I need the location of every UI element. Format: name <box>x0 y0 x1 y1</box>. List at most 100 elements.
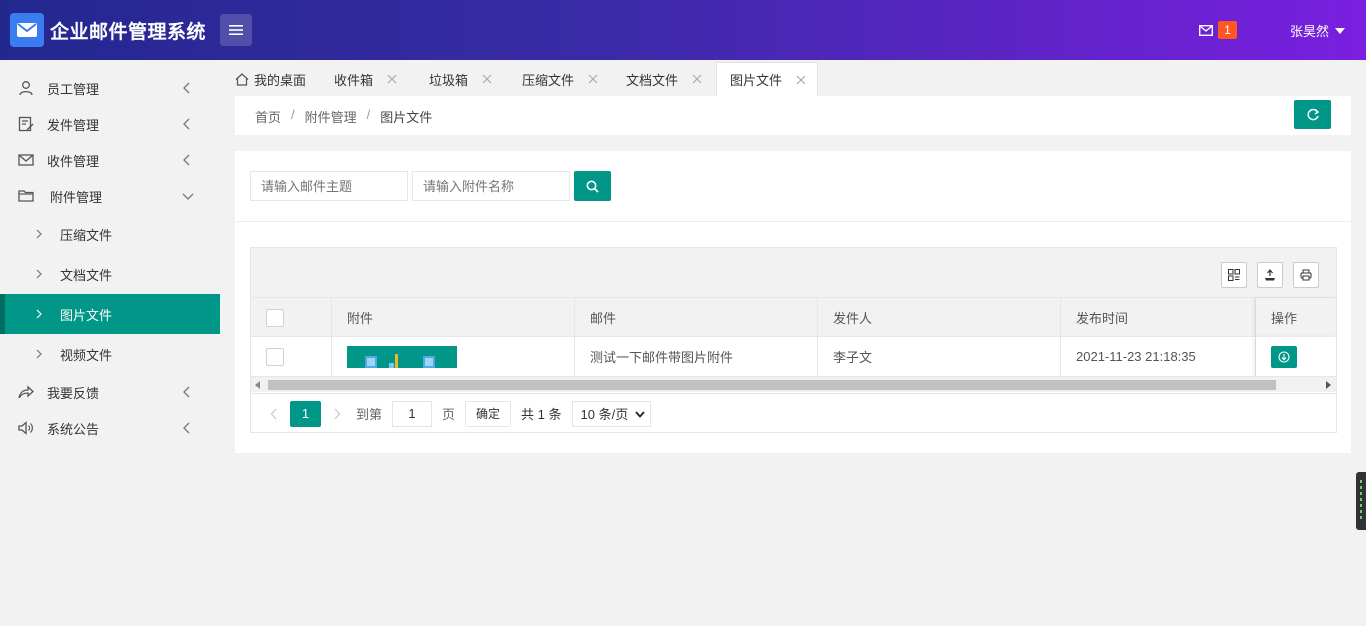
breadcrumb-section[interactable]: 附件管理 <box>305 107 357 126</box>
sidebar-subitem-zip[interactable]: 压缩文件 <box>0 214 220 254</box>
tab-zip[interactable]: 压缩文件 <box>522 62 598 96</box>
attachments-table: 附件 邮件 发件人 发布时间 操作 测试一下邮件带图片附件 李子文 2021-1… <box>250 247 1337 433</box>
breadcrumb-separator: / <box>291 107 295 122</box>
sidebar-item-label: 我要反馈 <box>47 385 100 401</box>
sidebar-item-attachments[interactable]: 附件管理 <box>0 178 220 214</box>
time-cell: 2021-11-23 21:18:35 <box>1061 337 1256 376</box>
divider <box>235 221 1351 222</box>
chevron-down-icon <box>182 193 194 200</box>
chevron-right-icon <box>36 269 42 279</box>
table-row: 测试一下邮件带图片附件 李子文 2021-11-23 21:18:35 <box>251 337 1336 376</box>
sidebar-item-staff[interactable]: 员工管理 <box>0 70 220 106</box>
total-count: 共 1 条 <box>521 407 562 422</box>
print-button[interactable] <box>1293 262 1319 288</box>
sidebar-subitem-videos[interactable]: 视频文件 <box>0 334 220 374</box>
chevron-down-icon <box>635 410 645 418</box>
download-button[interactable] <box>1271 345 1297 368</box>
sidebar-item-inbox[interactable]: 收件管理 <box>0 142 220 178</box>
column-header-time: 发布时间 <box>1061 298 1256 337</box>
attachment-image-thumbnail[interactable] <box>347 345 457 368</box>
export-icon <box>1265 269 1275 281</box>
sidebar-subitem-docs[interactable]: 文档文件 <box>0 254 220 294</box>
sidebar-subitem-label: 压缩文件 <box>60 227 113 243</box>
actions-cell <box>1256 337 1336 376</box>
app-logo[interactable]: 企业邮件管理系统 <box>10 13 206 47</box>
table-toolbar <box>251 248 1336 298</box>
scroll-left-icon[interactable] <box>255 381 261 389</box>
tab-bar: 我的桌面 收件箱 垃圾箱 压缩文件 文档文件 图片文件 <box>220 60 1366 96</box>
close-icon[interactable] <box>482 74 492 84</box>
mail-icon <box>18 154 34 166</box>
caret-down-icon <box>1335 27 1346 34</box>
columns-icon <box>1228 269 1240 281</box>
chevron-right-icon <box>36 229 42 239</box>
mail-subject-input[interactable] <box>250 171 408 201</box>
top-header: 企业邮件管理系统 1 张昊然 <box>0 0 1366 60</box>
app-title: 企业邮件管理系统 <box>50 21 207 43</box>
chevron-left-icon <box>183 118 190 130</box>
tab-desktop[interactable]: 我的桌面 <box>235 62 306 96</box>
chevron-left-icon <box>183 154 190 166</box>
page-size-select[interactable]: 10 条/页 <box>571 400 652 427</box>
tab-docs[interactable]: 文档文件 <box>626 62 702 96</box>
tab-images[interactable]: 图片文件 <box>716 62 818 96</box>
chevron-left-icon <box>183 82 190 94</box>
tab-label: 垃圾箱 <box>429 72 469 88</box>
breadcrumb-home[interactable]: 首页 <box>255 107 281 126</box>
sidebar-item-label: 发件管理 <box>47 117 100 133</box>
mail-count-badge: 1 <box>1218 21 1237 39</box>
column-header-mail: 邮件 <box>575 298 818 337</box>
sender-cell: 李子文 <box>818 337 1061 376</box>
prev-page-button[interactable] <box>263 401 285 427</box>
mail-subject-cell: 测试一下邮件带图片附件 <box>575 337 818 376</box>
home-icon <box>235 72 249 86</box>
sidebar-item-feedback[interactable]: 我要反馈 <box>0 374 220 410</box>
row-checkbox-cell <box>251 337 332 376</box>
user-icon <box>19 81 33 96</box>
sidebar-item-announcements[interactable]: 系统公告 <box>0 410 220 446</box>
main-card: 附件 邮件 发件人 发布时间 操作 <box>235 151 1351 453</box>
chevron-right-icon <box>36 309 42 319</box>
close-icon[interactable] <box>387 74 397 84</box>
select-all-checkbox[interactable] <box>266 308 284 327</box>
print-icon <box>1300 269 1312 281</box>
refresh-button[interactable] <box>1294 100 1331 129</box>
breadcrumb-separator: / <box>366 107 371 122</box>
goto-confirm-button[interactable]: 确定 <box>465 400 512 427</box>
sidebar-item-label: 附件管理 <box>50 189 103 205</box>
floating-side-widget[interactable] <box>1356 472 1366 530</box>
current-page-button[interactable]: 1 <box>290 400 321 427</box>
sidebar-item-label: 员工管理 <box>47 81 100 97</box>
goto-page-input[interactable] <box>392 400 433 427</box>
share-icon <box>18 385 34 399</box>
tab-inbox[interactable]: 收件箱 <box>334 62 397 96</box>
horizontal-scrollbar[interactable] <box>251 376 1336 392</box>
columns-filter-button[interactable] <box>1221 262 1247 288</box>
search-button[interactable] <box>574 171 611 201</box>
folder-icon <box>18 190 34 202</box>
goto-label: 到第 <box>356 407 383 422</box>
page-unit-label: 页 <box>442 407 456 422</box>
scroll-right-icon[interactable] <box>1326 381 1332 389</box>
next-page-button[interactable] <box>326 401 348 427</box>
sidebar-subitem-images[interactable]: 图片文件 <box>0 294 220 334</box>
export-button[interactable] <box>1257 262 1283 288</box>
sidebar-subitem-label: 图片文件 <box>60 307 113 323</box>
row-checkbox[interactable] <box>266 347 284 366</box>
tab-trash[interactable]: 垃圾箱 <box>429 62 492 96</box>
user-menu[interactable]: 张昊然 <box>1290 21 1346 40</box>
breadcrumb-bar: 首页 / 附件管理 / 图片文件 <box>235 96 1351 135</box>
level-meter-icon <box>1360 480 1362 519</box>
sidebar-item-label: 收件管理 <box>47 153 100 169</box>
menu-toggle-button[interactable] <box>220 14 252 46</box>
close-icon[interactable] <box>692 74 702 84</box>
scrollbar-thumb[interactable] <box>268 380 1276 390</box>
mail-notification[interactable]: 1 <box>1199 21 1237 39</box>
close-icon[interactable] <box>796 75 806 85</box>
close-icon[interactable] <box>588 74 598 84</box>
tab-label: 我的桌面 <box>254 72 307 88</box>
sidebar: 员工管理 发件管理 收件管理 附件管理 压缩文件 文档文件 图片文件 视频文件 … <box>0 60 220 626</box>
attachment-name-input[interactable] <box>412 171 570 201</box>
sidebar-item-send[interactable]: 发件管理 <box>0 106 220 142</box>
search-form <box>250 171 611 201</box>
